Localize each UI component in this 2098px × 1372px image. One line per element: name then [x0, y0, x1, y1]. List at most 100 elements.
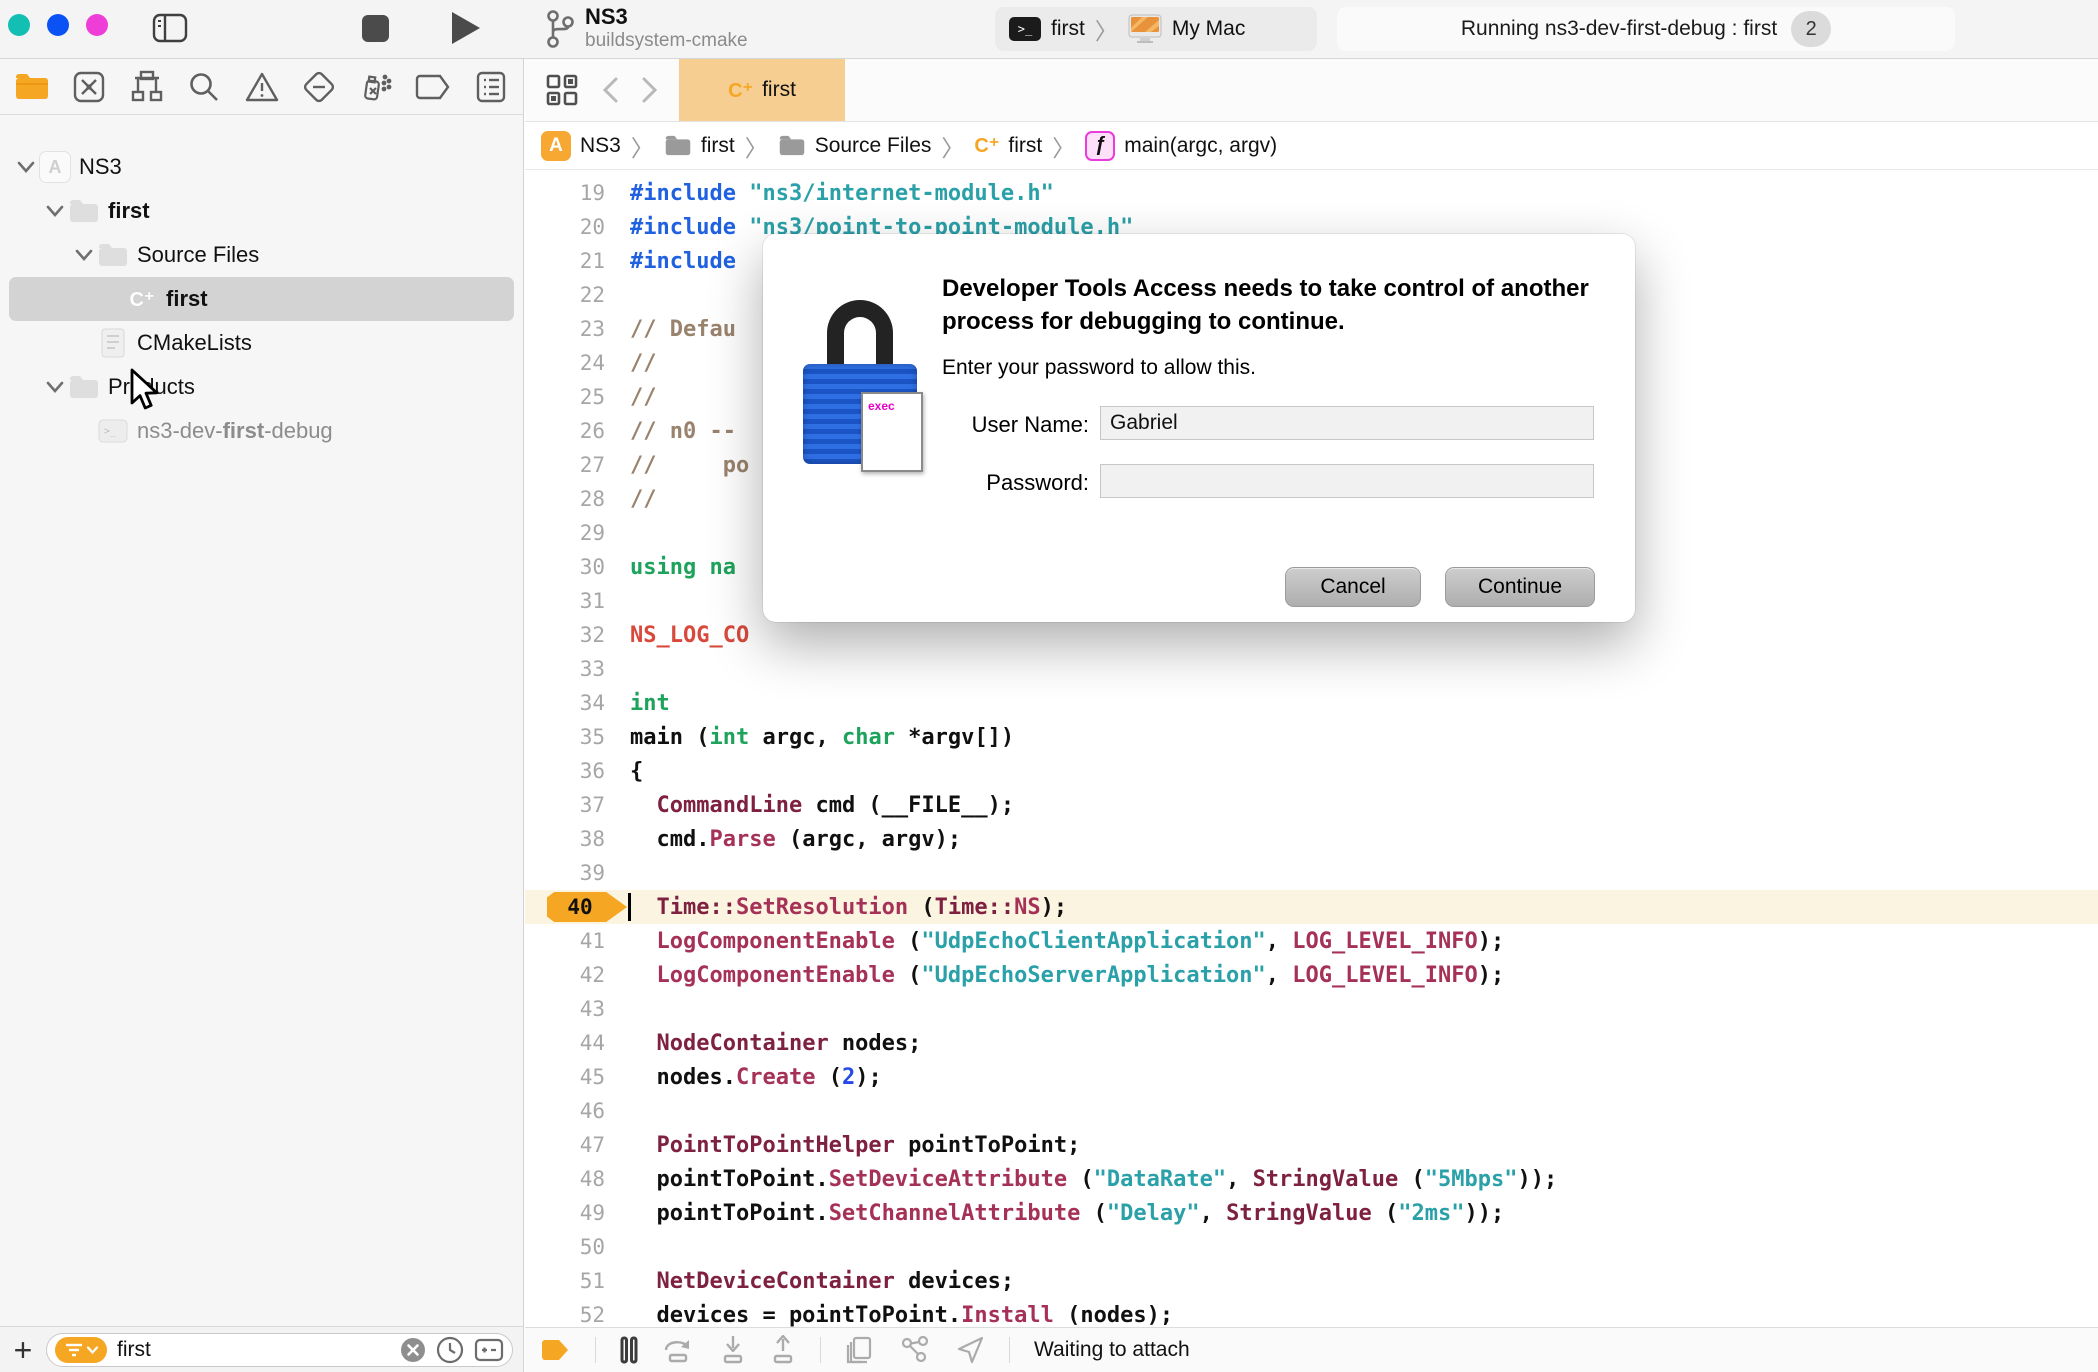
find-navigator-icon[interactable]: [182, 65, 226, 109]
traffic-close-button[interactable]: [8, 14, 30, 36]
jumpbar-item-first[interactable]: first: [664, 134, 735, 158]
code-line-40[interactable]: 40 Time::SetResolution (Time::NS);: [525, 890, 2098, 924]
code-line-36[interactable]: 36 {: [525, 754, 2098, 788]
filter-pill[interactable]: [55, 1336, 107, 1363]
disclosure-chevron-icon[interactable]: [13, 160, 39, 174]
step-out-icon[interactable]: [770, 1335, 796, 1365]
code-line-19[interactable]: 19 #include "ns3/internet-module.h": [525, 176, 2098, 210]
test-navigator-icon[interactable]: [297, 65, 341, 109]
line-number[interactable]: 29: [525, 516, 605, 550]
line-number[interactable]: 37: [525, 788, 605, 822]
line-number[interactable]: 36: [525, 754, 605, 788]
code-line-33[interactable]: 33: [525, 652, 2098, 686]
view-debugging-icon[interactable]: [845, 1335, 875, 1365]
forward-button[interactable]: [641, 76, 659, 104]
jumpbar-item-first[interactable]: C⁺ first: [974, 133, 1042, 158]
jumpbar-item-main-argc-argv-[interactable]: ƒ main(argc, argv): [1085, 130, 1277, 161]
line-number[interactable]: 25: [525, 380, 605, 414]
tree-row-first[interactable]: first: [9, 189, 514, 233]
code-line-32[interactable]: 32 NS_LOG_CO: [525, 618, 2098, 652]
line-number[interactable]: 32: [525, 618, 605, 652]
disclosure-chevron-icon[interactable]: [42, 380, 68, 394]
related-items-icon[interactable]: [545, 73, 579, 107]
report-navigator-icon[interactable]: [469, 65, 513, 109]
filter-field[interactable]: first: [46, 1332, 513, 1367]
line-number[interactable]: 38: [525, 822, 605, 856]
breakpoint-navigator-icon[interactable]: [412, 65, 456, 109]
line-number[interactable]: 46: [525, 1094, 605, 1128]
disclosure-chevron-icon[interactable]: [71, 248, 97, 262]
code-line-49[interactable]: 49 pointToPoint.SetChannelAttribute ("De…: [525, 1196, 2098, 1230]
line-number[interactable]: 24: [525, 346, 605, 380]
recent-filter-icon[interactable]: [436, 1336, 464, 1364]
stop-button[interactable]: [362, 15, 389, 42]
status-count-badge[interactable]: 2: [1791, 11, 1832, 47]
flagged-filter-icon[interactable]: [474, 1338, 504, 1362]
run-button[interactable]: [452, 12, 480, 44]
project-navigator-icon[interactable]: [10, 65, 54, 109]
debug-navigator-icon[interactable]: [354, 65, 398, 109]
step-into-icon[interactable]: [720, 1335, 746, 1365]
code-line-46[interactable]: 46: [525, 1094, 2098, 1128]
code-line-37[interactable]: 37 CommandLine cmd (__FILE__);: [525, 788, 2098, 822]
source-control-navigator-icon[interactable]: [67, 65, 111, 109]
code-line-42[interactable]: 42 LogComponentEnable ("UdpEchoServerApp…: [525, 958, 2098, 992]
line-number[interactable]: 39: [525, 856, 605, 890]
line-number[interactable]: 26: [525, 414, 605, 448]
code-line-52[interactable]: 52 devices = pointToPoint.Install (nodes…: [525, 1298, 2098, 1328]
line-number[interactable]: 42: [525, 958, 605, 992]
tree-row-products[interactable]: Products: [9, 365, 514, 409]
tab-first[interactable]: C⁺ first: [679, 59, 845, 121]
line-number[interactable]: 35: [525, 720, 605, 754]
add-button[interactable]: +: [10, 1334, 36, 1366]
code-line-48[interactable]: 48 pointToPoint.SetDeviceAttribute ("Dat…: [525, 1162, 2098, 1196]
line-number[interactable]: 28: [525, 482, 605, 516]
traffic-zoom-button[interactable]: [86, 14, 108, 36]
instruction-pointer-badge[interactable]: 40: [547, 892, 627, 922]
jumpbar-item-source-files[interactable]: Source Files: [778, 134, 931, 158]
line-number[interactable]: 34: [525, 686, 605, 720]
code-line-34[interactable]: 34 int: [525, 686, 2098, 720]
code-line-51[interactable]: 51 NetDeviceContainer devices;: [525, 1264, 2098, 1298]
continue-button[interactable]: Continue: [1445, 567, 1595, 607]
line-number[interactable]: 21: [525, 244, 605, 278]
code-line-39[interactable]: 39: [525, 856, 2098, 890]
jumpbar-item-ns3[interactable]: A NS3: [541, 130, 621, 161]
disclosure-chevron-icon[interactable]: [42, 204, 68, 218]
code-line-47[interactable]: 47 PointToPointHelper pointToPoint;: [525, 1128, 2098, 1162]
tree-row-first[interactable]: C⁺ first: [9, 277, 514, 321]
line-number[interactable]: 33: [525, 652, 605, 686]
tree-row-source-files[interactable]: Source Files: [9, 233, 514, 277]
line-number[interactable]: 49: [525, 1196, 605, 1230]
cancel-button[interactable]: Cancel: [1285, 567, 1421, 607]
issue-navigator-icon[interactable]: [240, 65, 284, 109]
line-number[interactable]: 19: [525, 176, 605, 210]
code-line-38[interactable]: 38 cmd.Parse (argc, argv);: [525, 822, 2098, 856]
line-number[interactable]: 41: [525, 924, 605, 958]
line-number[interactable]: 45: [525, 1060, 605, 1094]
line-number[interactable]: 23: [525, 312, 605, 346]
location-icon[interactable]: [955, 1335, 985, 1365]
line-number[interactable]: 52: [525, 1298, 605, 1327]
line-number[interactable]: 30: [525, 550, 605, 584]
back-button[interactable]: [601, 76, 619, 104]
line-number[interactable]: 31: [525, 584, 605, 618]
code-line-41[interactable]: 41 LogComponentEnable ("UdpEchoClientApp…: [525, 924, 2098, 958]
line-number[interactable]: 47: [525, 1128, 605, 1162]
tree-row-cmakelists[interactable]: CMakeLists: [9, 321, 514, 365]
tree-row-ns3[interactable]: A NS3: [9, 145, 514, 189]
debug-hierarchy-icon[interactable]: [899, 1335, 931, 1365]
scheme-selector[interactable]: >_ first 〉 My Mac: [995, 7, 1317, 51]
breakpoints-toggle-icon[interactable]: [541, 1339, 571, 1361]
line-number[interactable]: 51: [525, 1264, 605, 1298]
line-number[interactable]: 48: [525, 1162, 605, 1196]
pause-icon[interactable]: [620, 1336, 638, 1364]
line-number[interactable]: 20: [525, 210, 605, 244]
code-line-35[interactable]: 35 main (int argc, char *argv[]): [525, 720, 2098, 754]
sidebar-toggle-icon[interactable]: [152, 12, 188, 44]
step-over-icon[interactable]: [662, 1336, 696, 1364]
line-number[interactable]: 44: [525, 1026, 605, 1060]
line-number[interactable]: 22: [525, 278, 605, 312]
password-field[interactable]: [1100, 464, 1594, 498]
code-line-50[interactable]: 50: [525, 1230, 2098, 1264]
